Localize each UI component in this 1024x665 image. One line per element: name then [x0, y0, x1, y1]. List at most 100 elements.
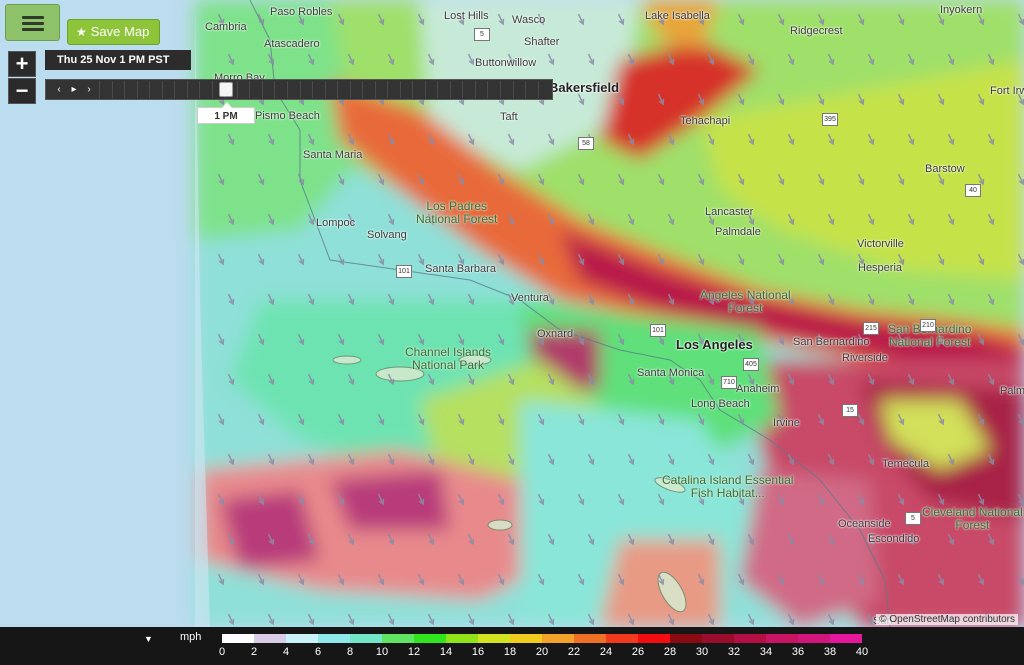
place-label: Oxnard [537, 328, 574, 340]
legend-swatch [798, 634, 830, 643]
place-label: Solvang [367, 229, 407, 241]
legend-color-scale [222, 634, 862, 643]
legend-swatch [574, 634, 606, 643]
time-step[interactable] [487, 81, 500, 98]
place-label: Catalina Island Essential Fish Habitat... [662, 473, 794, 500]
legend-swatch [734, 634, 766, 643]
place-label: Buttonwillow [475, 57, 537, 69]
zoom-out-button[interactable]: − [8, 78, 36, 104]
highway-shield: 395 [822, 113, 838, 126]
time-step[interactable] [412, 81, 425, 98]
time-step[interactable] [149, 81, 162, 98]
legend-tick-label: 36 [791, 646, 805, 658]
legend-swatch [542, 634, 574, 643]
place-label: Wasco [512, 14, 546, 26]
time-step[interactable] [136, 81, 150, 98]
time-step[interactable] [299, 81, 313, 98]
legend-tick-label: 10 [375, 646, 389, 658]
legend-tick-label: 4 [282, 646, 290, 658]
place-label: Angeles National Forest [700, 288, 791, 315]
place-label: Palmdale [715, 226, 761, 238]
time-step[interactable] [174, 81, 187, 98]
time-step[interactable] [474, 81, 488, 98]
legend-tick-label: 20 [535, 646, 549, 658]
map-attribution[interactable]: © OpenStreetMap contributors [876, 614, 1018, 625]
time-step[interactable] [462, 81, 475, 98]
highway-shield: 40 [965, 184, 981, 197]
place-label: Riverside [842, 352, 888, 364]
time-slider-track[interactable] [99, 81, 550, 98]
time-step[interactable] [286, 81, 300, 98]
time-step[interactable] [261, 81, 275, 98]
legend-swatch [638, 634, 670, 643]
time-step[interactable] [236, 81, 250, 98]
hamburger-icon [22, 22, 44, 25]
time-step[interactable] [374, 81, 388, 98]
legend-swatch [318, 634, 350, 643]
place-label: Taft [500, 111, 518, 123]
legend-tick-label: 0 [218, 646, 226, 658]
legend-swatch [254, 634, 286, 643]
time-step[interactable] [99, 81, 112, 98]
legend-toggle-icon[interactable]: ▼ [144, 634, 153, 644]
place-label: Barstow [925, 163, 965, 175]
time-step[interactable] [512, 81, 526, 98]
place-label: Cleveland National Forest [922, 505, 1023, 532]
legend-tick-labels: 0 2 4 6 8 10 12 14 16 18 20 22 24 26 28 30 32 34 36 38 40 [217, 646, 877, 660]
place-label: Lancaster [705, 206, 754, 218]
legend-tick-label: 24 [599, 646, 613, 658]
time-step[interactable] [312, 81, 325, 98]
time-slider[interactable]: ‹ ▸ › [45, 79, 553, 100]
time-step[interactable] [449, 81, 463, 98]
highway-shield: 5 [905, 512, 921, 525]
time-step[interactable] [399, 81, 413, 98]
save-map-button[interactable]: ★ Save Map [67, 19, 160, 45]
legend-swatch [606, 634, 638, 643]
star-icon: ★ [76, 25, 87, 39]
legend-swatch [350, 634, 382, 643]
time-step[interactable] [537, 81, 551, 98]
legend-swatch [478, 634, 510, 643]
time-step[interactable] [249, 81, 262, 98]
legend-tick-label: 8 [346, 646, 354, 658]
time-step[interactable] [349, 81, 363, 98]
time-step[interactable] [111, 81, 125, 98]
time-step[interactable] [337, 81, 350, 98]
place-label: Los Padres National Forest [416, 199, 498, 226]
menu-button[interactable] [5, 4, 60, 41]
legend-tick-label: 38 [823, 646, 837, 658]
time-step[interactable] [437, 81, 450, 98]
time-step[interactable] [362, 81, 375, 98]
time-step[interactable] [424, 81, 438, 98]
place-label: Atascadero [264, 38, 320, 50]
zoom-in-button[interactable]: + [8, 51, 36, 77]
place-label: Oceanside [838, 518, 891, 530]
time-step[interactable] [124, 81, 137, 98]
highway-shield: 710 [721, 376, 737, 389]
time-step[interactable] [324, 81, 338, 98]
place-label: San Bernardino [793, 336, 870, 348]
time-step[interactable] [274, 81, 287, 98]
highway-shield: 101 [650, 324, 666, 337]
place-label: Ridgecrest [790, 25, 843, 37]
time-step[interactable] [525, 81, 538, 98]
next-step-button[interactable]: › [82, 80, 96, 99]
legend-tick-label: 26 [631, 646, 645, 658]
legend-tick-label: 12 [407, 646, 421, 658]
time-step[interactable] [500, 81, 513, 98]
hamburger-icon [22, 28, 44, 31]
time-step[interactable] [387, 81, 400, 98]
legend-unit: mph [180, 631, 202, 643]
time-step[interactable] [161, 81, 175, 98]
play-button[interactable]: ▸ [67, 80, 81, 99]
previous-step-button[interactable]: ‹ [52, 80, 66, 99]
place-label: Paso Robles [270, 6, 333, 18]
save-map-label: Save Map [90, 24, 150, 39]
time-step[interactable] [199, 81, 212, 98]
legend-swatch [414, 634, 446, 643]
place-label: Channel Islands National Park [405, 345, 492, 372]
time-slider-handle[interactable] [219, 82, 233, 97]
highway-shield: 15 [842, 404, 858, 417]
time-step[interactable] [186, 81, 200, 98]
legend-tick-label: 22 [567, 646, 581, 658]
